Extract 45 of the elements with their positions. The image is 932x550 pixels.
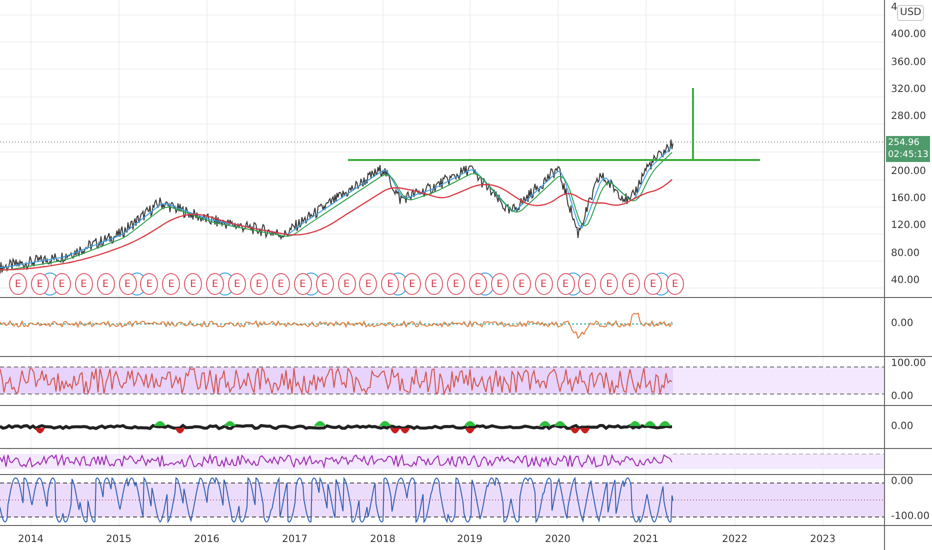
- earnings-marker[interactable]: E: [206, 273, 224, 295]
- earnings-marker[interactable]: E: [490, 273, 509, 295]
- earnings-marker[interactable]: E: [316, 273, 334, 295]
- year-label: 2022: [722, 534, 748, 545]
- earnings-marker[interactable]: E: [52, 273, 71, 295]
- earnings-marker[interactable]: E: [622, 273, 640, 295]
- earnings-marker[interactable]: E: [534, 273, 553, 295]
- earnings-marker[interactable]: E: [512, 273, 531, 295]
- earnings-marker[interactable]: E: [162, 273, 180, 295]
- earnings-marker[interactable]: E: [338, 273, 356, 295]
- earnings-marker[interactable]: E: [556, 273, 574, 295]
- vertical-line: [692, 88, 694, 160]
- year-label: 2019: [457, 534, 482, 545]
- earnings-marker[interactable]: E: [600, 273, 618, 295]
- earnings-marker[interactable]: E: [30, 273, 49, 295]
- earnings-marker[interactable]: E: [468, 273, 487, 295]
- earnings-marker[interactable]: E: [644, 273, 662, 295]
- earnings-marker[interactable]: E: [184, 273, 202, 295]
- earnings-marker[interactable]: E: [228, 273, 246, 295]
- countdown-timer: 02:45:13: [888, 149, 928, 161]
- earnings-marker[interactable]: E: [425, 273, 444, 295]
- earnings-marker[interactable]: E: [359, 273, 378, 295]
- earnings-marker[interactable]: E: [272, 273, 290, 295]
- year-label: 2016: [194, 534, 220, 545]
- year-label: 2018: [370, 534, 396, 545]
- earnings-marker[interactable]: E: [666, 273, 684, 295]
- earnings-marker[interactable]: E: [74, 273, 93, 295]
- earnings-marker[interactable]: E: [381, 273, 400, 295]
- earnings-marker[interactable]: E: [118, 273, 136, 295]
- year-label: 2017: [282, 534, 308, 545]
- earnings-marker[interactable]: E: [447, 273, 465, 295]
- earnings-marker[interactable]: E: [140, 273, 158, 295]
- earnings-marker[interactable]: E: [294, 273, 312, 295]
- year-label: 2020: [545, 534, 570, 545]
- last-price: 254.96: [888, 137, 920, 149]
- year-label: 2023: [810, 534, 836, 545]
- earnings-marker[interactable]: E: [96, 273, 115, 295]
- currency-badge[interactable]: USD: [897, 5, 924, 21]
- earnings-marker[interactable]: E: [250, 273, 268, 295]
- year-label: 2015: [106, 534, 132, 545]
- year-label: 2014: [18, 534, 44, 545]
- earnings-marker[interactable]: E: [578, 273, 596, 295]
- earnings-marker[interactable]: E: [403, 273, 422, 295]
- earnings-marker[interactable]: E: [9, 273, 27, 295]
- year-label: 2021: [633, 534, 658, 545]
